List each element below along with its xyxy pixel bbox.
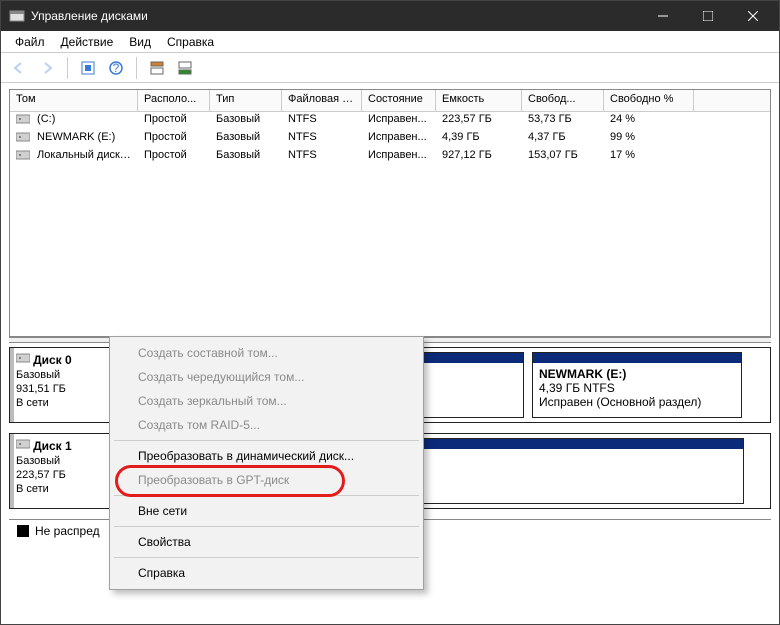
cell-pct: 24 % — [604, 112, 694, 130]
cell-layout: Простой — [138, 130, 210, 148]
list-header: Том Располо... Тип Файловая с... Состоян… — [10, 90, 770, 112]
col-pct[interactable]: Свободно % — [604, 90, 694, 111]
disk-header[interactable]: Диск 1Базовый223,57 ГБВ сети — [10, 434, 125, 508]
cell-pct: 99 % — [604, 130, 694, 148]
help-button[interactable]: ? — [104, 56, 128, 80]
close-button[interactable] — [730, 1, 775, 31]
forward-button[interactable] — [35, 56, 59, 80]
back-button[interactable] — [7, 56, 31, 80]
cell-type: Базовый — [210, 112, 282, 130]
table-row[interactable]: Локальный диск (...ПростойБазовыйNTFSИсп… — [10, 148, 770, 166]
menu-bar: Файл Действие Вид Справка — [1, 31, 779, 53]
context-menu-item[interactable]: Справка — [110, 561, 423, 585]
col-volume[interactable]: Том — [10, 90, 138, 111]
col-capacity[interactable]: Емкость — [436, 90, 522, 111]
context-menu-item: Создать зеркальный том... — [110, 389, 423, 413]
partition[interactable]: NEWMARK (E:)4,39 ГБ NTFSИсправен (Основн… — [532, 352, 742, 418]
menu-file[interactable]: Файл — [7, 33, 53, 51]
cell-type: Базовый — [210, 130, 282, 148]
cell-fs: NTFS — [282, 148, 362, 166]
col-layout[interactable]: Располо... — [138, 90, 210, 111]
cell-volume: (C:) — [10, 112, 138, 130]
toolbar: ? — [1, 53, 779, 83]
toolbar-separator — [67, 57, 68, 79]
app-icon — [9, 8, 25, 24]
menu-view[interactable]: Вид — [121, 33, 159, 51]
cell-free: 53,73 ГБ — [522, 112, 604, 130]
context-menu-item: Создать составной том... — [110, 341, 423, 365]
view-bottom-button[interactable] — [173, 56, 197, 80]
cell-fs: NTFS — [282, 112, 362, 130]
cell-free: 4,37 ГБ — [522, 130, 604, 148]
cell-type: Базовый — [210, 148, 282, 166]
view-top-button[interactable] — [145, 56, 169, 80]
svg-text:?: ? — [113, 61, 120, 75]
cell-volume: NEWMARK (E:) — [10, 130, 138, 148]
col-free[interactable]: Свобод... — [522, 90, 604, 111]
volume-list[interactable]: Том Располо... Тип Файловая с... Состоян… — [9, 89, 771, 337]
context-menu-item: Создать чередующийся том... — [110, 365, 423, 389]
col-type[interactable]: Тип — [210, 90, 282, 111]
cell-capacity: 223,57 ГБ — [436, 112, 522, 130]
cell-status: Исправен... — [362, 148, 436, 166]
menu-separator — [114, 526, 419, 527]
cell-status: Исправен... — [362, 112, 436, 130]
col-fs[interactable]: Файловая с... — [282, 90, 362, 111]
cell-capacity: 4,39 ГБ — [436, 130, 522, 148]
context-menu-item[interactable]: Преобразовать в динамический диск... — [110, 444, 423, 468]
cell-fs: NTFS — [282, 130, 362, 148]
table-row[interactable]: (C:)ПростойБазовыйNTFSИсправен...223,57 … — [10, 112, 770, 130]
col-status[interactable]: Состояние — [362, 90, 436, 111]
table-row[interactable]: NEWMARK (E:)ПростойБазовыйNTFSИсправен..… — [10, 130, 770, 148]
cell-capacity: 927,12 ГБ — [436, 148, 522, 166]
legend-swatch-unallocated — [17, 525, 29, 537]
maximize-button[interactable] — [685, 1, 730, 31]
cell-volume: Локальный диск (... — [10, 148, 138, 166]
cell-layout: Простой — [138, 148, 210, 166]
menu-separator — [114, 557, 419, 558]
disk-header[interactable]: Диск 0Базовый931,51 ГБВ сети — [10, 348, 125, 422]
context-menu-item[interactable]: Свойства — [110, 530, 423, 554]
cell-status: Исправен... — [362, 130, 436, 148]
minimize-button[interactable] — [640, 1, 685, 31]
menu-separator — [114, 440, 419, 441]
menu-action[interactable]: Действие — [53, 33, 122, 51]
cell-layout: Простой — [138, 112, 210, 130]
context-menu[interactable]: Создать составной том...Создать чередующ… — [109, 336, 424, 590]
legend-label: Не распред — [35, 524, 100, 538]
toolbar-separator — [136, 57, 137, 79]
title-bar: Управление дисками — [1, 1, 779, 31]
menu-separator — [114, 495, 419, 496]
context-menu-item[interactable]: Вне сети — [110, 499, 423, 523]
window-title: Управление дисками — [31, 9, 640, 23]
cell-free: 153,07 ГБ — [522, 148, 604, 166]
refresh-button[interactable] — [76, 56, 100, 80]
cell-pct: 17 % — [604, 148, 694, 166]
context-menu-item: Создать том RAID-5... — [110, 413, 423, 437]
menu-help[interactable]: Справка — [159, 33, 222, 51]
context-menu-item: Преобразовать в GPT-диск — [110, 468, 423, 492]
